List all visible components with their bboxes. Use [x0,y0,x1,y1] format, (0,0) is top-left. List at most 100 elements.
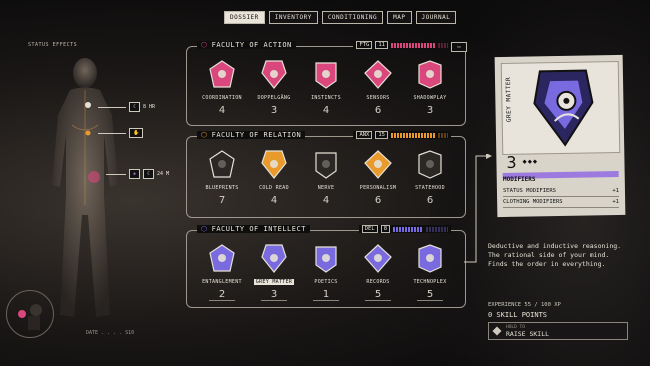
status-marker-moon[interactable]: ◈ ☾ 24 M [106,169,169,179]
raise-skill-button[interactable]: HOLD TO RAISE SKILL [488,322,628,340]
skill-name: COORDINATION [202,95,242,101]
skill-card-statehood[interactable]: STATEHOOD 6 [405,149,455,206]
skill-emblem-icon [416,149,444,179]
skill-value: 2 [209,289,235,301]
status-effects-label: STATUS EFFECTS [28,42,78,48]
skill-name: TECHNOPLEX [413,279,447,285]
skill-emblem-icon [312,243,340,273]
skill-card-blueprints[interactable]: BLUEPRINTS 7 [197,149,247,206]
moon-icon: ☾ [143,169,155,179]
skill-name: NERVE [317,185,335,191]
experience-label: EXPERIENCE 55 / 100 XP [488,302,561,308]
skill-card-shadowplay[interactable]: SHADOWPLAY 3 [405,59,455,116]
skill-emblem-icon [260,243,288,273]
skill-name: RECORDS [366,279,390,285]
card-suits: ◆◆◆ [522,157,539,166]
skill-emblem-icon [208,243,236,273]
skill-card-coordination[interactable]: COORDINATION 4 [197,59,247,116]
skill-emblem-icon [208,149,236,179]
skill-value: 4 [270,195,278,206]
faculty-intellect-title: ⬡ FACULTY OF INTELLECT [197,225,310,233]
skill-emblem-icon [312,59,340,89]
skill-value: 3 [426,105,434,116]
faculty-intellect: ⬡ FACULTY OF INTELLECT DEL 8 ENTANGLEMEN… [186,225,466,308]
skill-name: BLUEPRINTS [205,185,239,191]
card-rank: 3 [506,152,517,172]
skill-card-technoplex[interactable]: TECHNOPLEX 5 [405,243,455,301]
modifier-row: CLOTHING MODIFIERS +1 [503,197,619,208]
skill-name: INSTINCTS [311,95,341,101]
skill-card-poetics[interactable]: POETICS 1 [301,243,351,301]
faculty-relation: ⬡ FACULTY OF RELATION ANX 15 BLUEPRINTS 7… [186,131,466,218]
skill-value: 5 [417,289,443,301]
faculty-relation-icon: ⬡ [201,131,208,139]
skill-card-cold-read[interactable]: COLD READ 4 [249,149,299,206]
tab-dossier[interactable]: DOSSIER [224,11,265,24]
skill-name: DOPPELGÄNG [257,95,291,101]
skill-name: GREY MATTER [253,279,295,285]
skill-emblem-icon [364,149,392,179]
status-dot-head [85,102,91,108]
faculty-action-icon: ⬡ [201,41,208,49]
status-marker-hand[interactable]: ✋ [98,128,144,138]
moon-icon: ☾ [129,102,141,112]
key-icon [492,326,502,336]
tab-journal[interactable]: JOURNAL [415,11,457,24]
skill-card-instincts[interactable]: INSTINCTS 4 [301,59,351,116]
skill-emblem-icon [312,149,340,179]
skill-points: 0 SKILL POINTS [488,311,548,319]
shield-icon: ◈ [129,169,141,179]
tab-inventory[interactable]: INVENTORY [268,11,318,24]
skill-name: STATEHOOD [415,185,445,191]
skill-card-records[interactable]: RECORDS 5 [353,243,403,301]
top-tabs: DOSSIER INVENTORY CONDITIONING MAP JOURN… [224,11,457,24]
mini-portrait [18,304,42,330]
skill-card-nerve[interactable]: NERVE 4 [301,149,351,206]
tab-map[interactable]: MAP [387,11,412,24]
delusion-stat: DEL 8 [358,225,451,233]
modifiers-title: MODIFIERS [503,176,536,183]
anxiety-stat: ANX 15 [353,131,451,139]
skill-value: 6 [374,195,382,206]
skill-name: POETICS [314,279,338,285]
skill-card-entanglement[interactable]: ENTANGLEMENT 2 [197,243,247,301]
skill-value: 5 [365,289,391,301]
skill-card-personalism[interactable]: PERSONALISM 6 [353,149,403,206]
faculty-action: ⬡ FACULTY OF ACTION FTG 11 ▭ COORDINATIO… [186,41,467,126]
delusion-bar [393,226,423,232]
skill-value: 3 [261,289,287,301]
skill-value: 4 [218,105,226,116]
skill-card-doppelg-ng[interactable]: DOPPELGÄNG 3 [249,59,299,116]
skill-value: 4 [322,195,330,206]
skill-emblem-icon [416,243,444,273]
expand-button[interactable]: ▭ [451,42,467,52]
faculty-action-title: ⬡ FACULTY OF ACTION [197,41,296,49]
skill-value: 6 [426,195,434,206]
skill-value: 1 [313,289,339,301]
card-title: GREY MATTER [504,76,513,123]
status-marker-sleep[interactable]: ☾ 8 HR [98,102,155,112]
skill-emblem-icon [260,59,288,89]
skill-emblem-icon [416,59,444,89]
card-art [500,60,621,156]
tab-conditioning[interactable]: CONDITIONING [321,11,384,24]
skill-name: SHADOWPLAY [413,95,447,101]
fatigue-stat: FTG 11 [353,41,451,49]
skill-card-grey-matter[interactable]: GREY MATTER 3 [249,243,299,301]
skill-value: 4 [322,105,330,116]
body-figure [52,58,118,317]
hand-icon: ✋ [129,128,144,138]
skill-value: 7 [218,195,226,206]
modifiers-panel: MODIFIERS STATUS MODIFIERS +1 CLOTHING M… [503,176,619,208]
skill-name: COLD READ [259,185,289,191]
faculty-intellect-icon: ⬡ [201,225,208,233]
skill-name: ENTANGLEMENT [202,279,242,285]
skill-emblem-icon [364,243,392,273]
skill-value: 3 [270,105,278,116]
skill-card-sensors[interactable]: SENSORS 6 [353,59,403,116]
date-label: DATE . . . . S10 [86,330,135,336]
skill-name: PERSONALISM [359,185,397,191]
skill-emblem-icon [260,149,288,179]
anxiety-bar [391,132,435,138]
skill-emblem-icon [208,59,236,89]
